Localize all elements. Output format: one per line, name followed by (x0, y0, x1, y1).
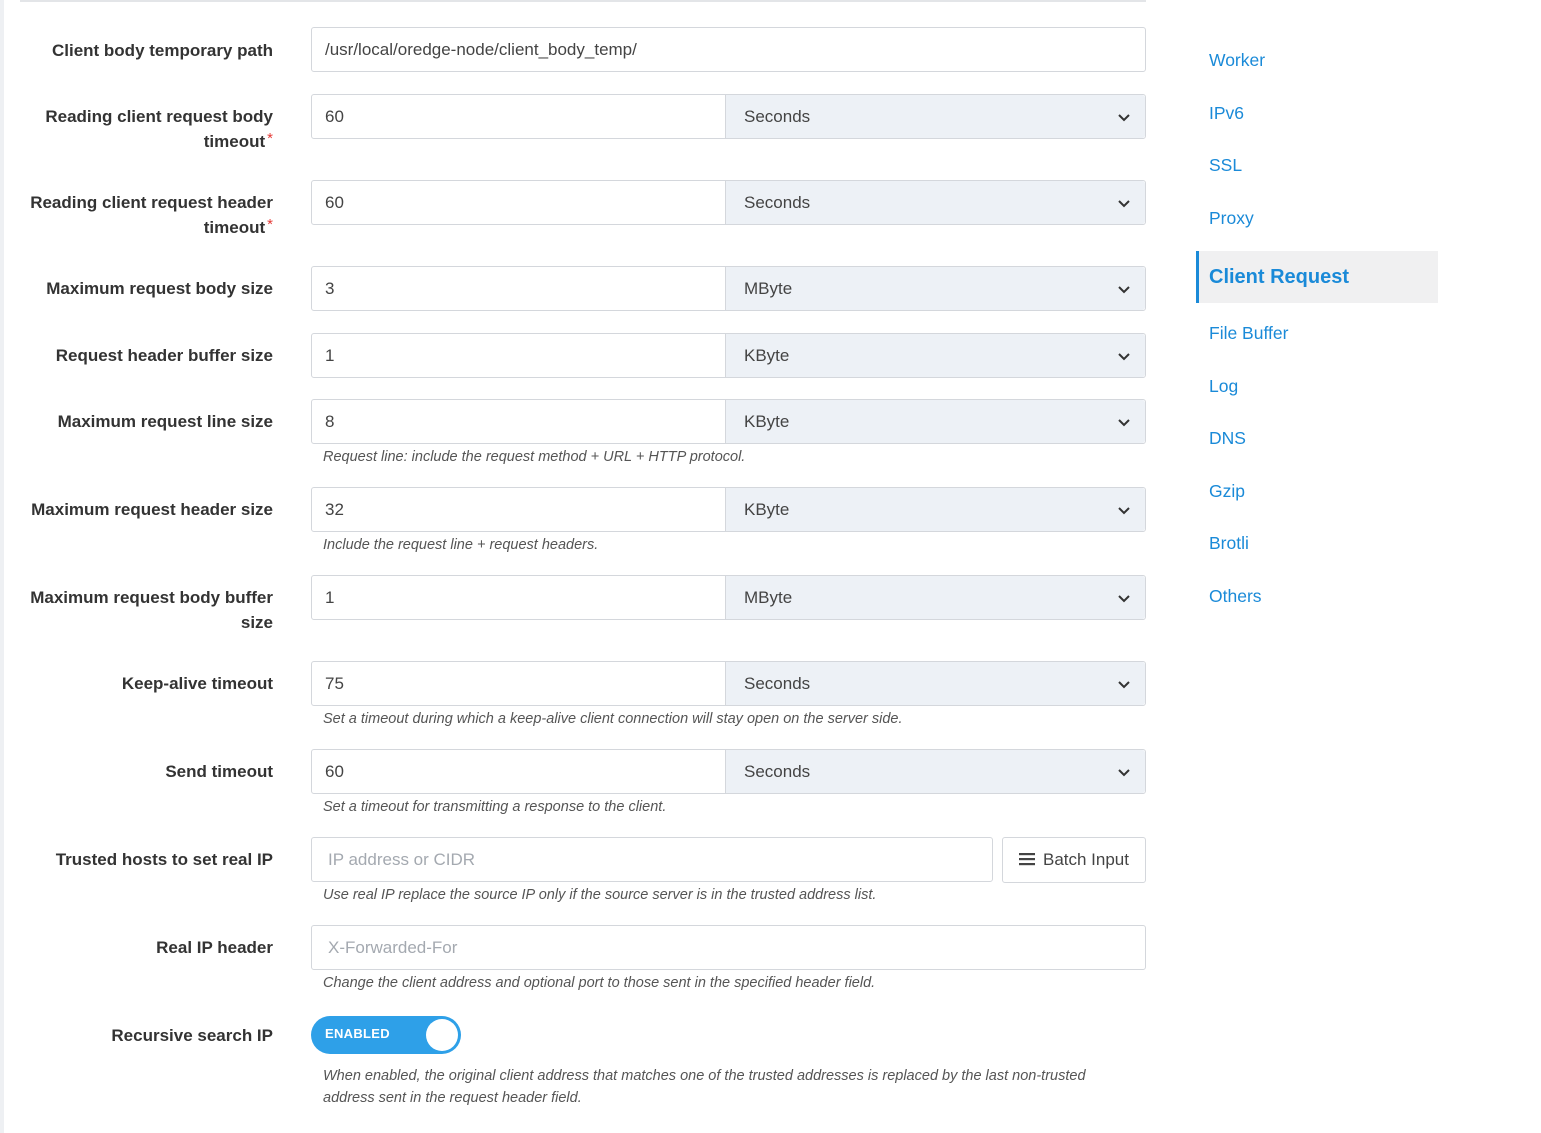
field-label: Send timeout (165, 762, 273, 781)
input-placeholder: IP address or CIDR (328, 850, 476, 869)
read-body-timeout-input[interactable]: 60 (312, 95, 726, 138)
max-body-buffer-size-input[interactable]: 1 (312, 576, 726, 619)
keepalive-timeout-field: 75 Seconds (311, 661, 1146, 706)
input-placeholder: X-Forwarded-For (328, 938, 458, 957)
field-label: Request header buffer size (55, 346, 273, 365)
send-timeout-unit-select[interactable]: Seconds (726, 750, 1145, 793)
select-value: Seconds (744, 107, 811, 126)
keepalive-timeout-input[interactable]: 75 (312, 662, 726, 705)
help-text: Include the request line + request heade… (323, 537, 599, 553)
page-left-edge (0, 0, 4, 1133)
max-header-size-input[interactable]: 32 (312, 488, 726, 531)
required-mark: * (267, 216, 273, 233)
select-value: MByte (744, 588, 793, 607)
max-line-size-field: 8 KByte (311, 399, 1146, 444)
field-label: Recursive search IP (111, 1026, 273, 1045)
field-label: Trusted hosts to set real IP (55, 850, 273, 869)
field-label: Real IP header (156, 938, 273, 957)
select-value: KByte (744, 346, 790, 365)
select-value: Seconds (744, 674, 811, 693)
read-header-timeout-input[interactable]: 60 (312, 181, 726, 224)
header-buffer-size-unit-select[interactable]: KByte (726, 334, 1145, 377)
batch-input-button[interactable]: Batch Input (1002, 837, 1146, 883)
help-text: Set a timeout for transmitting a respons… (323, 799, 667, 815)
field-label: Reading client request header timeout * (30, 193, 273, 237)
help-text: Set a timeout during which a keep-alive … (323, 711, 903, 727)
recursive-search-ip-toggle[interactable]: ENABLED (311, 1016, 461, 1054)
field-label: Keep-alive timeout (121, 674, 273, 693)
read-header-timeout-unit-select[interactable]: Seconds (726, 181, 1145, 224)
read-body-timeout-unit-select[interactable]: Seconds (726, 95, 1145, 138)
max-line-size-input[interactable]: 8 (312, 400, 726, 443)
send-timeout-field: 60 Seconds (311, 749, 1146, 794)
select-value: KByte (744, 500, 790, 519)
toggle-label: ENABLED (325, 1026, 390, 1041)
field-label: Reading client request body timeout * (45, 107, 273, 151)
select-value: Seconds (744, 762, 811, 781)
chevron-down-icon (1118, 595, 1130, 603)
nav-item-client-request[interactable]: Client Request (1196, 251, 1438, 303)
field-label: Client body temporary path (51, 41, 273, 60)
max-body-size-unit-select[interactable]: MByte (726, 267, 1145, 310)
real-ip-header-input[interactable]: X-Forwarded-For (311, 925, 1146, 970)
field-label: Maximum request header size (31, 500, 273, 519)
list-icon (1018, 853, 1035, 866)
read-body-timeout-field: 60 Seconds (311, 94, 1146, 139)
field-label: Maximum request line size (57, 412, 273, 431)
nav-item-log[interactable]: Log (1196, 360, 1438, 412)
select-value: MByte (744, 279, 793, 298)
nav-item-others[interactable]: Others (1196, 570, 1438, 622)
chevron-down-icon (1118, 286, 1130, 294)
nav-item-ssl[interactable]: SSL (1196, 139, 1438, 191)
max-line-size-unit-select[interactable]: KByte (726, 400, 1145, 443)
chevron-down-icon (1118, 200, 1130, 208)
chevron-down-icon (1118, 769, 1130, 777)
max-body-size-field: 3 MByte (311, 266, 1146, 311)
section-divider (20, 0, 1146, 2)
input-value: /usr/local/oredge-node/client_body_temp/ (325, 40, 637, 59)
chevron-down-icon (1118, 114, 1130, 122)
nav-item-brotli[interactable]: Brotli (1196, 517, 1438, 569)
trusted-hosts-input[interactable]: IP address or CIDR (311, 837, 993, 882)
help-text: Change the client address and optional p… (323, 975, 876, 991)
required-mark: * (267, 130, 273, 147)
max-body-buffer-size-unit-select[interactable]: MByte (726, 576, 1145, 619)
help-text: When enabled, the original client addres… (323, 1068, 1086, 1106)
chevron-down-icon (1118, 507, 1130, 515)
chevron-down-icon (1118, 681, 1130, 689)
header-buffer-size-input[interactable]: 1 (312, 334, 726, 377)
chevron-down-icon (1118, 419, 1130, 427)
keepalive-timeout-unit-select[interactable]: Seconds (726, 662, 1145, 705)
nav-item-dns[interactable]: DNS (1196, 412, 1438, 464)
max-header-size-field: 32 KByte (311, 487, 1146, 532)
toggle-knob (426, 1019, 458, 1051)
nav-item-file-buffer[interactable]: File Buffer (1196, 307, 1438, 359)
nav-item-gzip[interactable]: Gzip (1196, 465, 1438, 517)
header-buffer-size-field: 1 KByte (311, 333, 1146, 378)
nav-item-proxy[interactable]: Proxy (1196, 192, 1438, 244)
button-label: Batch Input (1042, 850, 1129, 869)
select-value: Seconds (744, 193, 811, 212)
client-body-temp-path-input[interactable]: /usr/local/oredge-node/client_body_temp/ (311, 27, 1146, 72)
read-header-timeout-field: 60 Seconds (311, 180, 1146, 225)
nav-item-ipv6[interactable]: IPv6 (1196, 87, 1438, 139)
max-body-size-input[interactable]: 3 (312, 267, 726, 310)
max-body-buffer-size-field: 1 MByte (311, 575, 1146, 620)
max-header-size-unit-select[interactable]: KByte (726, 488, 1145, 531)
select-value: KByte (744, 412, 790, 431)
field-label: Maximum request body size (46, 279, 273, 298)
help-text: Use real IP replace the source IP only i… (323, 887, 877, 903)
chevron-down-icon (1118, 353, 1130, 361)
send-timeout-input[interactable]: 60 (312, 750, 726, 793)
nav-item-worker[interactable]: Worker (1196, 34, 1438, 86)
help-text: Request line: include the request method… (323, 449, 746, 465)
field-label: Maximum request body buffer size (30, 588, 273, 632)
